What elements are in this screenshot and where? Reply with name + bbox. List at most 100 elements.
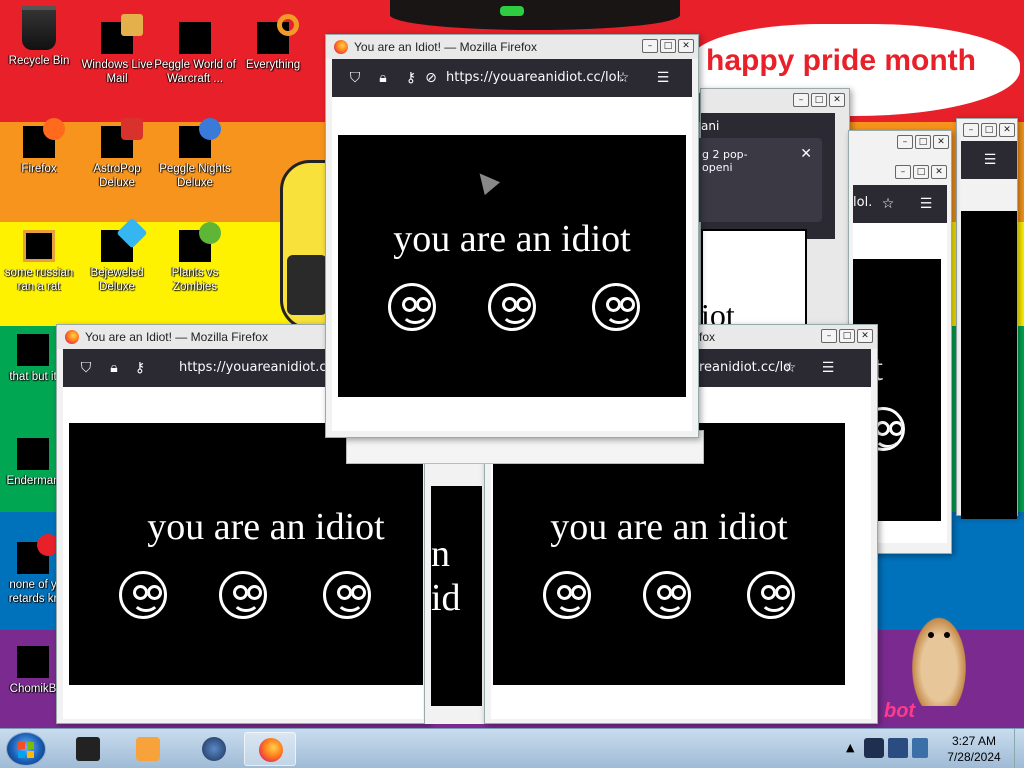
file-icon bbox=[17, 534, 59, 574]
desktop-icon-label: some russian ran a rat bbox=[4, 267, 74, 293]
desktop-icon-plants-vs-zombies[interactable]: Plants vs Zombies bbox=[154, 222, 236, 294]
taskbar-item-firefox[interactable] bbox=[244, 732, 296, 766]
minimize-button[interactable]: – bbox=[963, 123, 979, 137]
bookmark-star-icon[interactable]: ☆ bbox=[781, 359, 799, 377]
menu-icon[interactable]: ☰ bbox=[981, 151, 999, 169]
toolbar: ⛉ 🔒︎ ⚷ ⊘ https://youareanidiot.cc/lol. ☆… bbox=[332, 59, 692, 97]
tray-app-icon[interactable] bbox=[864, 738, 884, 758]
mouse-cursor-icon bbox=[471, 166, 501, 196]
bookmark-star-icon[interactable]: ☆ bbox=[879, 195, 897, 213]
smiley-icon bbox=[323, 571, 371, 619]
close-button[interactable]: ✕ bbox=[857, 329, 873, 343]
window-controls-stacked: – □ ✕ bbox=[895, 165, 947, 179]
desktop-icon-firefox[interactable]: Firefox bbox=[0, 118, 80, 176]
desktop-icon-label: Peggle World of Warcraft ... bbox=[154, 59, 236, 85]
window-title-fragment: ani bbox=[701, 119, 720, 133]
start-button[interactable] bbox=[6, 732, 46, 766]
permissions-icon[interactable]: ⚷ bbox=[131, 359, 149, 377]
clock-time: 3:27 AM bbox=[951, 734, 997, 748]
taskbar-item-media-player[interactable] bbox=[122, 732, 174, 766]
green-led-decoration bbox=[500, 6, 524, 16]
globe-icon bbox=[202, 737, 226, 761]
firefox-window-front[interactable]: You are an Idiot! — Mozilla Firefox – □ … bbox=[325, 34, 699, 438]
bookmark-star-icon[interactable]: ☆ bbox=[614, 69, 632, 87]
peggle-icon bbox=[179, 118, 221, 158]
close-button[interactable]: ✕ bbox=[999, 123, 1015, 137]
file-icon bbox=[17, 646, 49, 678]
desktop-icon-peggle-nights[interactable]: Peggle Nights Deluxe bbox=[154, 118, 236, 190]
close-button[interactable]: ✕ bbox=[829, 93, 845, 107]
taskbar: ▲ 3:27 AM 7/28/2024 bbox=[0, 728, 1024, 768]
close-button[interactable]: ✕ bbox=[933, 135, 949, 149]
menu-icon[interactable]: ☰ bbox=[917, 195, 935, 213]
permissions-icon[interactable]: ⚷ bbox=[402, 69, 420, 87]
minimize-button[interactable]: – bbox=[895, 165, 911, 179]
window-controls: – □ ✕ bbox=[793, 93, 845, 107]
smiley-icon bbox=[219, 571, 267, 619]
minimize-button[interactable]: – bbox=[821, 329, 837, 343]
idiot-headline: you are an idiot bbox=[147, 506, 385, 548]
desktop-icon-windows-live-mail[interactable]: Windows Live Mail bbox=[76, 14, 158, 86]
menu-icon[interactable]: ☰ bbox=[819, 359, 837, 377]
url-bar[interactable]: areanidiot.cc/lol. bbox=[687, 354, 791, 382]
maximize-button[interactable]: □ bbox=[660, 39, 676, 53]
file-icon bbox=[17, 334, 49, 366]
desktop-icon-everything[interactable]: Everything bbox=[232, 14, 314, 72]
close-button[interactable]: ✕ bbox=[931, 165, 947, 179]
lock-icon[interactable]: 🔒︎ bbox=[105, 359, 123, 377]
volume-icon[interactable] bbox=[912, 738, 928, 758]
window-controls: – □ ✕ bbox=[963, 123, 1015, 137]
shield-icon[interactable]: ⛉ bbox=[346, 69, 364, 87]
desktop-icon-label: Everything bbox=[245, 59, 301, 71]
maximize-button[interactable]: □ bbox=[811, 93, 827, 107]
mail-icon bbox=[101, 14, 143, 54]
network-icon[interactable] bbox=[888, 738, 908, 758]
minimize-button[interactable]: – bbox=[793, 93, 809, 107]
taskbar-item-globe[interactable] bbox=[188, 732, 240, 766]
firefox-icon bbox=[334, 40, 348, 54]
url-fragment: lol. bbox=[853, 195, 873, 210]
desktop-icon-label: Plants vs Zombies bbox=[171, 267, 219, 293]
smiley-icon bbox=[592, 283, 640, 331]
idiot-headline: you are an idiot bbox=[550, 506, 788, 548]
firefox-icon bbox=[259, 738, 283, 762]
show-desktop-button[interactable] bbox=[1014, 729, 1024, 768]
gem-icon bbox=[101, 217, 148, 262]
smiley-icon bbox=[119, 571, 167, 619]
desktop-icon-recycle-bin[interactable]: Recycle Bin bbox=[0, 6, 80, 68]
desktop-icon-some-russian[interactable]: some russian ran a rat bbox=[0, 230, 80, 294]
notification-text: g 2 pop- openi bbox=[702, 148, 748, 174]
blocked-icon[interactable]: ⊘ bbox=[422, 69, 440, 87]
menu-icon[interactable]: ☰ bbox=[654, 69, 672, 87]
media-player-icon bbox=[136, 737, 160, 761]
window-title: You are an Idiot! — Mozilla Firefox bbox=[354, 40, 537, 54]
maximize-button[interactable]: □ bbox=[981, 123, 997, 137]
game-icon bbox=[101, 118, 143, 158]
close-button[interactable]: ✕ bbox=[678, 39, 694, 53]
desktop-icon-astropop[interactable]: AstroPop Deluxe bbox=[76, 118, 158, 190]
close-icon[interactable]: ✕ bbox=[800, 146, 812, 162]
shield-icon[interactable]: ⛉ bbox=[77, 359, 95, 377]
smiley-icon bbox=[747, 571, 795, 619]
maximize-button[interactable]: □ bbox=[913, 165, 929, 179]
minimize-button[interactable]: – bbox=[897, 135, 913, 149]
popup-blocked-notification[interactable]: g 2 pop- openi ✕ bbox=[692, 138, 822, 222]
lock-icon[interactable]: 🔒︎ bbox=[374, 69, 392, 87]
minimize-button[interactable]: – bbox=[642, 39, 658, 53]
maximize-button[interactable]: □ bbox=[839, 329, 855, 343]
url-bar[interactable]: https://youareanidiot.cc/lol. bbox=[442, 64, 626, 92]
tray-expand-arrow-icon[interactable]: ▲ bbox=[846, 741, 854, 754]
maximize-button[interactable]: □ bbox=[915, 135, 931, 149]
app-icon bbox=[76, 737, 100, 761]
firefox-window-right-2[interactable]: – □ ✕ ☰ bbox=[956, 118, 1018, 519]
system-clock[interactable]: 3:27 AM 7/28/2024 bbox=[940, 733, 1008, 765]
idiot-headline: you are an idiot bbox=[393, 218, 631, 260]
taskbar-item-app[interactable] bbox=[62, 732, 114, 766]
desktop-icon-peggle-wow[interactable]: Peggle World of Warcraft ... bbox=[154, 8, 236, 86]
idiot-panel: you are an idiot bbox=[338, 135, 686, 397]
dancing-hamster-image bbox=[908, 610, 970, 706]
window-title-fragment: fox bbox=[699, 330, 716, 344]
desktop-icon-bejeweled[interactable]: Bejeweled Deluxe bbox=[76, 217, 158, 294]
plant-icon bbox=[179, 222, 221, 262]
window-strip-between: n id bbox=[424, 460, 488, 724]
